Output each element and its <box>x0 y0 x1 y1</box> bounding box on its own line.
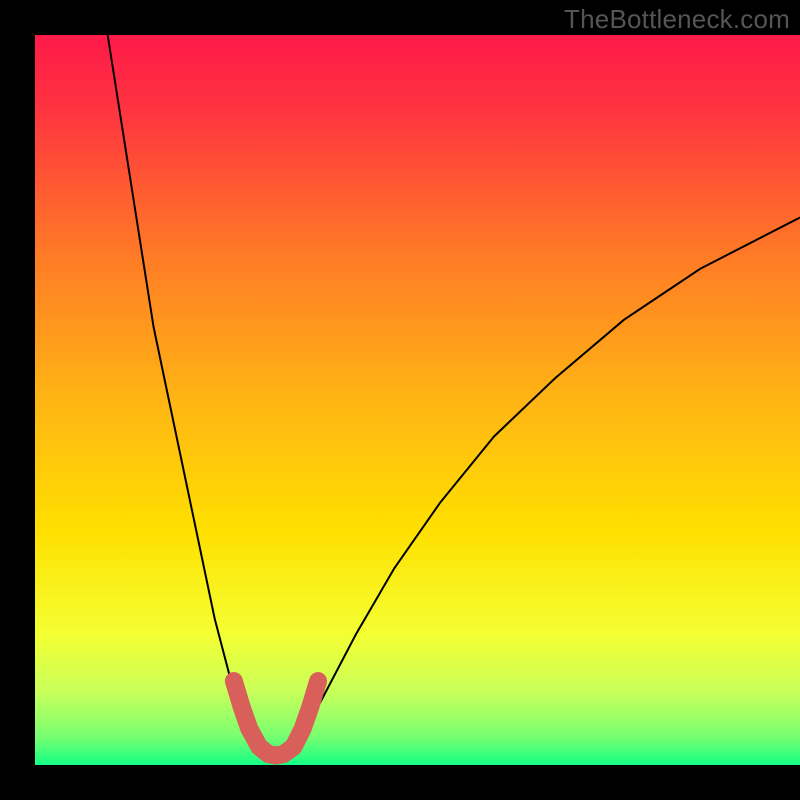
plot-svg <box>35 35 800 765</box>
plot-area <box>35 35 800 765</box>
attribution-text: TheBottleneck.com <box>564 4 790 35</box>
chart-container: TheBottleneck.com <box>0 0 800 800</box>
plot-background <box>35 35 800 765</box>
